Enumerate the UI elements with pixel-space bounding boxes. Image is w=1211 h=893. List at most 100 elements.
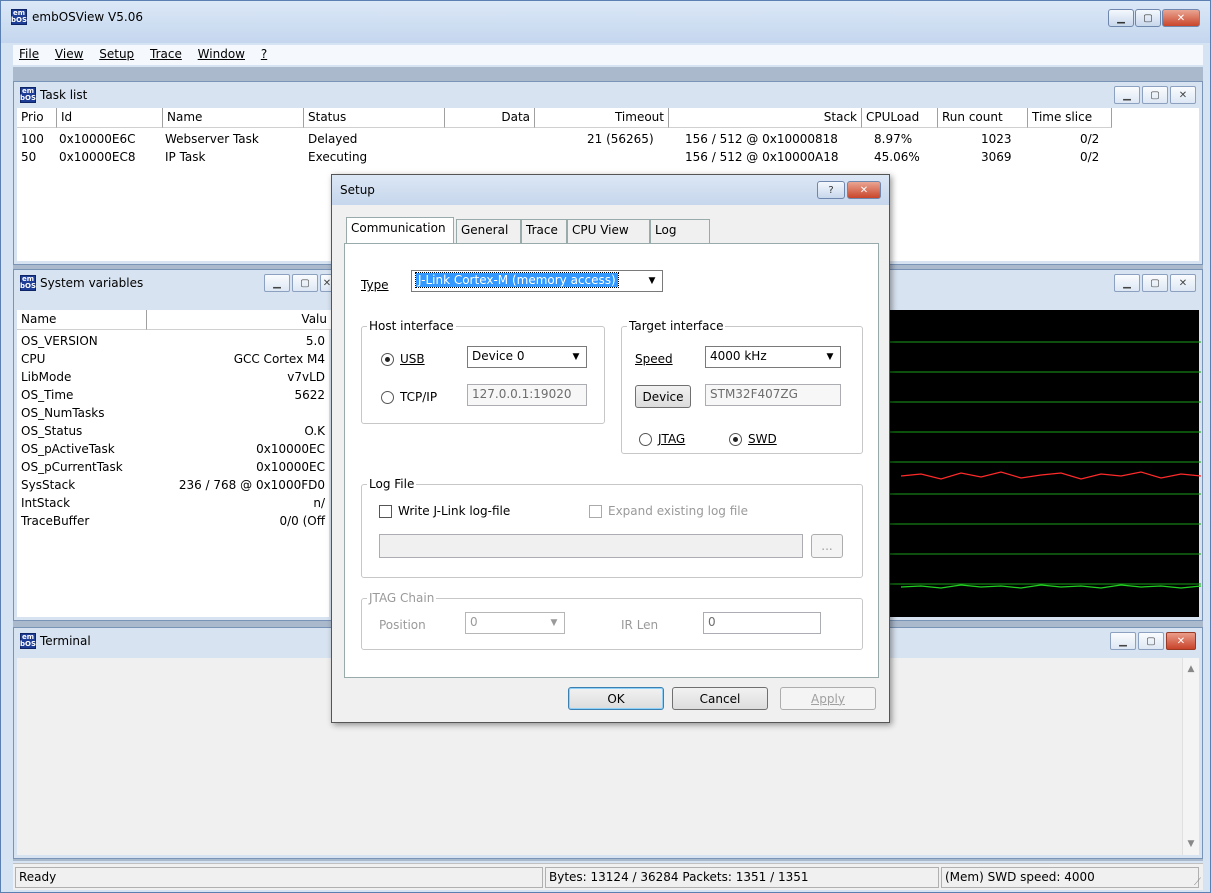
radio-selected-icon [381,352,394,366]
tab-cpu-view[interactable]: CPU View [567,219,650,243]
app-logo-icon: em bOS [11,9,28,25]
apply-button[interactable]: Apply [780,687,876,710]
close-icon[interactable]: ✕ [1162,9,1200,27]
position-label: Position [379,618,426,632]
speed-label: Speed [635,352,673,366]
radio-unselected-icon [381,390,394,404]
expand-log-checkbox[interactable]: Expand existing log file [589,504,748,518]
dialog-close-icon[interactable]: ✕ [847,181,881,199]
radio-unselected-icon [639,432,652,446]
radio-selected-icon [729,432,742,446]
chevron-down-icon: ▼ [572,352,580,362]
col-timeout[interactable]: Timeout [535,108,669,128]
minimize-icon[interactable]: ▁ [1108,9,1134,27]
setup-dialog: Setup ? ✕ Communication General Trace CP… [331,174,890,723]
task-list-titlebar[interactable]: em bOS Task list [14,82,1202,108]
menu-trace[interactable]: Trace [144,45,188,63]
scroll-up-icon[interactable]: ▲ [1183,664,1199,674]
task-list-maximize-icon[interactable]: ▢ [1142,86,1168,104]
status-bar: Ready Bytes: 13124 / 36284 Packets: 1351… [13,863,1203,890]
status-swd-speed: (Mem) SWD speed: 4000 [941,867,1199,888]
col-id[interactable]: Id [57,108,163,128]
col-cpuload[interactable]: CPULoad [862,108,938,128]
terminal-close-icon[interactable]: ✕ [1166,632,1196,650]
ok-button[interactable]: OK [568,687,664,710]
cpu-close-icon[interactable]: ✕ [1170,274,1196,292]
tab-general[interactable]: General [456,219,521,243]
host-interface-group [361,326,605,424]
status-ready: Ready [15,867,543,888]
terminal-maximize-icon[interactable]: ▢ [1138,632,1164,650]
main-title-bar[interactable]: em bOS embOSView V5.06 ▁ ▢ ✕ [1,1,1210,43]
col-stack[interactable]: Stack [669,108,862,128]
system-variables-window: em bOS System variables ▁ ▢ ✕ Name Valu O… [13,269,334,621]
usb-device-select[interactable]: Device 0 ▼ [467,346,587,368]
col-runcount[interactable]: Run count [938,108,1028,128]
window-title: embOSView V5.06 [32,10,143,24]
maximize-icon[interactable]: ▢ [1135,9,1161,27]
host-interface-label: Host interface [367,319,456,333]
log-file-path-field[interactable] [379,534,803,558]
cpu-trace-green [900,584,1202,589]
terminal-minimize-icon[interactable]: ▁ [1110,632,1136,650]
col-status[interactable]: Status [304,108,445,128]
resize-grip-icon[interactable]: ⟋ [1194,877,1201,888]
terminal-title: Terminal [40,634,91,648]
task-list-title: Task list [40,88,88,102]
setup-dialog-titlebar[interactable]: Setup ? ✕ [332,175,889,205]
tab-log[interactable]: Log [650,219,710,243]
irlen-label: IR Len [621,618,659,632]
terminal-scrollbar[interactable]: ▲ ▼ [1182,658,1199,855]
swd-radio[interactable]: SWD [729,432,777,446]
device-name-field[interactable]: STM32F407ZG [705,384,841,406]
cpu-maximize-icon[interactable]: ▢ [1142,274,1168,292]
sysvars-title: System variables [40,276,144,290]
col-data[interactable]: Data [445,108,535,128]
log-file-label: Log File [367,477,417,491]
target-interface-label: Target interface [627,319,726,333]
sysvars-logo-icon: em bOS [20,275,37,291]
task-list-logo-icon: em bOS [20,87,37,103]
menu-window[interactable]: Window [192,45,251,63]
col-name[interactable]: Name [163,108,304,128]
task-list-minimize-icon[interactable]: ▁ [1114,86,1140,104]
usb-radio[interactable]: USB [381,352,425,366]
jtag-chain-label: JTAG Chain [367,591,437,605]
tab-communication[interactable]: Communication [346,217,454,243]
help-icon[interactable]: ? [817,181,845,199]
menu-help[interactable]: ? [255,45,273,63]
cancel-button[interactable]: Cancel [672,687,768,710]
position-select[interactable]: 0 ▼ [465,612,565,634]
col-prio[interactable]: Prio [17,108,57,128]
tab-trace[interactable]: Trace [521,219,567,243]
task-list-close-icon[interactable]: ✕ [1170,86,1196,104]
sysvars-minimize-icon[interactable]: ▁ [264,274,290,292]
cpu-trace-red [900,471,1202,480]
tcpip-radio[interactable]: TCP/IP [381,390,437,404]
menu-bar: File View Setup Trace Window ? [13,45,1203,65]
checkbox-unchecked-icon [589,504,602,518]
irlen-field[interactable]: 0 [703,612,821,634]
jtag-radio[interactable]: JTAG [639,432,685,446]
type-select[interactable]: J-Link Cortex-M (memory access) ▼ [411,270,663,292]
chevron-down-icon: ▼ [826,352,834,362]
sysvars-maximize-icon[interactable]: ▢ [292,274,318,292]
log-file-group [361,484,863,578]
sysvars-body: Name Valu OS_VERSION 5.0 CPU GCC Cortex M4 L… [17,310,331,617]
col-var-name[interactable]: Name [17,310,147,330]
col-timeslice[interactable]: Time slice [1028,108,1112,128]
menu-setup[interactable]: Setup [93,45,140,63]
setup-dialog-title: Setup [340,183,375,197]
tcpip-address-field[interactable]: 127.0.0.1:19020 [467,384,587,406]
col-var-value[interactable]: Valu [147,310,331,330]
speed-select[interactable]: 4000 kHz ▼ [705,346,841,368]
menu-view[interactable]: View [49,45,89,63]
device-button[interactable]: Device [635,385,691,408]
menu-file[interactable]: File [13,45,45,63]
browse-button[interactable]: ... [811,534,843,558]
scroll-down-icon[interactable]: ▼ [1183,839,1199,849]
communication-panel: Type J-Link Cortex-M (memory access) ▼ H… [344,243,879,678]
write-log-checkbox[interactable]: Write J-Link log-file [379,504,510,518]
cpu-minimize-icon[interactable]: ▁ [1114,274,1140,292]
status-bytes: Bytes: 13124 / 36284 Packets: 1351 / 135… [545,867,939,888]
